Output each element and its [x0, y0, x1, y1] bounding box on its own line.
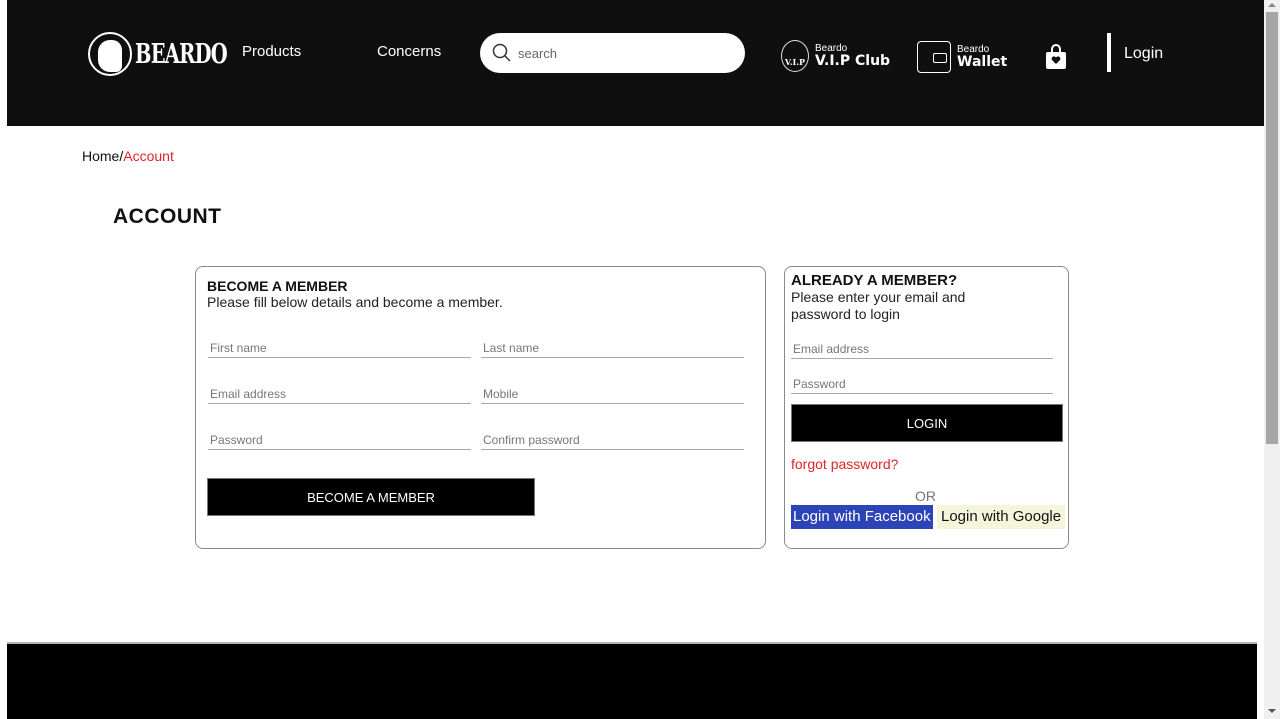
site-footer: [7, 642, 1257, 719]
shopping-bag-icon[interactable]: [1045, 44, 1067, 70]
facebook-login-button[interactable]: Login with Facebook: [791, 505, 933, 529]
scroll-up-arrow-icon[interactable]: [1268, 3, 1276, 7]
header-login-link[interactable]: Login: [1124, 45, 1163, 63]
wallet-big-label: Wallet: [957, 54, 1008, 70]
page-title: ACCOUNT: [113, 205, 222, 228]
nav-products[interactable]: Products: [242, 43, 301, 60]
search-icon: [492, 43, 511, 62]
vip-badge-icon: V.I.P: [781, 40, 809, 72]
logo-text: BEARDO: [135, 38, 228, 70]
forgot-password-link[interactable]: forgot password?: [791, 456, 898, 472]
vip-club-link[interactable]: V.I.P Beardo V.I.P Club: [781, 40, 890, 72]
login-card: ALREADY A MEMBER? Please enter your emai…: [784, 266, 1069, 549]
login-password-field[interactable]: [791, 374, 1053, 394]
page: BEARDO Products Concerns V.I.P Beardo V.…: [0, 0, 1280, 719]
login-email-field[interactable]: [791, 339, 1053, 359]
scroll-thumb[interactable]: [1266, 12, 1278, 444]
search-box[interactable]: [480, 33, 745, 73]
wallet-link[interactable]: Beardo Wallet: [917, 41, 1007, 73]
beardo-logo[interactable]: BEARDO: [88, 32, 263, 76]
signup-title: BECOME A MEMBER: [207, 278, 348, 294]
become-member-button[interactable]: BECOME A MEMBER: [207, 478, 535, 516]
login-subtitle: Please enter your email and password to …: [791, 289, 966, 322]
signup-email-field[interactable]: [208, 384, 471, 404]
scroll-down-arrow-icon[interactable]: [1268, 709, 1276, 713]
wallet-icon: [917, 41, 951, 73]
first-name-field[interactable]: [208, 338, 471, 358]
signup-password-field[interactable]: [208, 430, 471, 450]
google-login-button[interactable]: Login with Google: [937, 505, 1066, 529]
breadcrumb: Home/Account: [82, 148, 174, 164]
login-title: ALREADY A MEMBER?: [791, 272, 958, 289]
or-separator: OR: [915, 488, 936, 504]
login-button[interactable]: LOGIN: [791, 404, 1063, 442]
search-input[interactable]: [518, 45, 718, 61]
header-divider: [1107, 33, 1111, 72]
last-name-field[interactable]: [481, 338, 744, 358]
nav-concerns[interactable]: Concerns: [377, 43, 441, 60]
site-header: BEARDO Products Concerns V.I.P Beardo V.…: [7, 0, 1264, 126]
breadcrumb-current: Account: [123, 148, 174, 164]
vip-big-label: V.I.P Club: [815, 53, 891, 69]
mobile-field[interactable]: [481, 384, 744, 404]
signup-subtitle: Please fill below details and become a m…: [207, 294, 503, 310]
breadcrumb-home[interactable]: Home: [82, 148, 119, 164]
page-scrollbar[interactable]: [1264, 0, 1280, 719]
signup-card: BECOME A MEMBER Please fill below detail…: [195, 266, 766, 549]
confirm-password-field[interactable]: [481, 430, 744, 450]
beard-face-icon: [88, 32, 132, 76]
